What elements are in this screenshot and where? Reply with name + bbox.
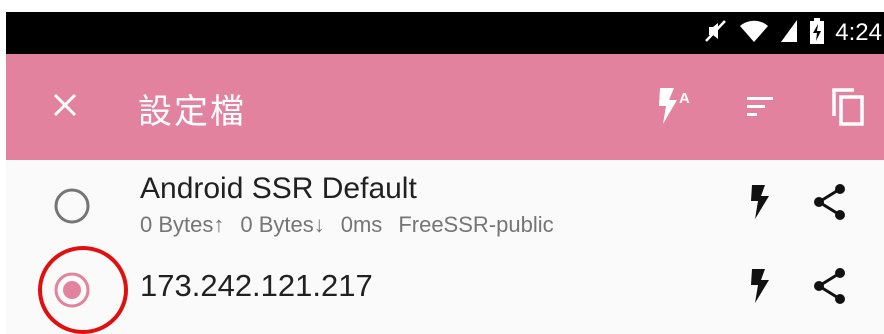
close-button[interactable] bbox=[42, 84, 88, 130]
share-icon bbox=[812, 267, 848, 310]
flash-auto-icon: A bbox=[652, 86, 696, 131]
list-item[interactable]: Android SSR Default 0 Bytes↑ 0 Bytes↓ 0m… bbox=[6, 160, 884, 248]
wifi-icon bbox=[739, 18, 769, 49]
profile-list: Android SSR Default 0 Bytes↑ 0 Bytes↓ 0m… bbox=[6, 160, 884, 334]
profile-stats: 0 Bytes↑ 0 Bytes↓ 0ms FreeSSR-public bbox=[140, 212, 554, 238]
profile-group: FreeSSR-public bbox=[398, 212, 554, 237]
status-time: 4:24 bbox=[835, 19, 882, 46]
auto-test-button[interactable]: A bbox=[646, 80, 702, 136]
page-title: 設定檔 bbox=[138, 92, 246, 132]
share-button[interactable] bbox=[810, 182, 850, 226]
close-icon bbox=[52, 92, 78, 123]
mute-icon bbox=[703, 18, 729, 49]
app-bar: 設定檔 A bbox=[6, 54, 884, 160]
svg-text:A: A bbox=[679, 90, 690, 107]
sort-icon bbox=[745, 93, 775, 124]
test-latency-button[interactable] bbox=[740, 182, 780, 226]
radio-button-selected[interactable] bbox=[52, 270, 92, 310]
upload-traffic: 0 Bytes↑ bbox=[140, 212, 225, 237]
download-traffic: 0 Bytes↓ bbox=[240, 212, 325, 237]
copy-button[interactable] bbox=[820, 80, 876, 136]
copy-icon bbox=[830, 86, 866, 131]
signal-icon bbox=[779, 18, 799, 49]
list-item[interactable]: 173.242.121.217 bbox=[6, 248, 884, 334]
row-actions bbox=[740, 182, 850, 226]
status-bar: 4:24 bbox=[6, 12, 884, 54]
test-latency-button[interactable] bbox=[740, 266, 780, 310]
share-button[interactable] bbox=[810, 266, 850, 310]
sort-button[interactable] bbox=[732, 80, 788, 136]
flash-icon bbox=[748, 268, 772, 309]
status-icons: 4:24 bbox=[703, 12, 884, 54]
share-icon bbox=[812, 183, 848, 226]
latency: 0ms bbox=[340, 212, 383, 237]
radio-button[interactable] bbox=[52, 186, 92, 226]
profile-name: Android SSR Default bbox=[140, 172, 417, 205]
row-actions bbox=[740, 266, 850, 310]
battery-charging-icon bbox=[809, 17, 825, 50]
flash-icon bbox=[748, 184, 772, 225]
profile-name: 173.242.121.217 bbox=[140, 268, 373, 303]
